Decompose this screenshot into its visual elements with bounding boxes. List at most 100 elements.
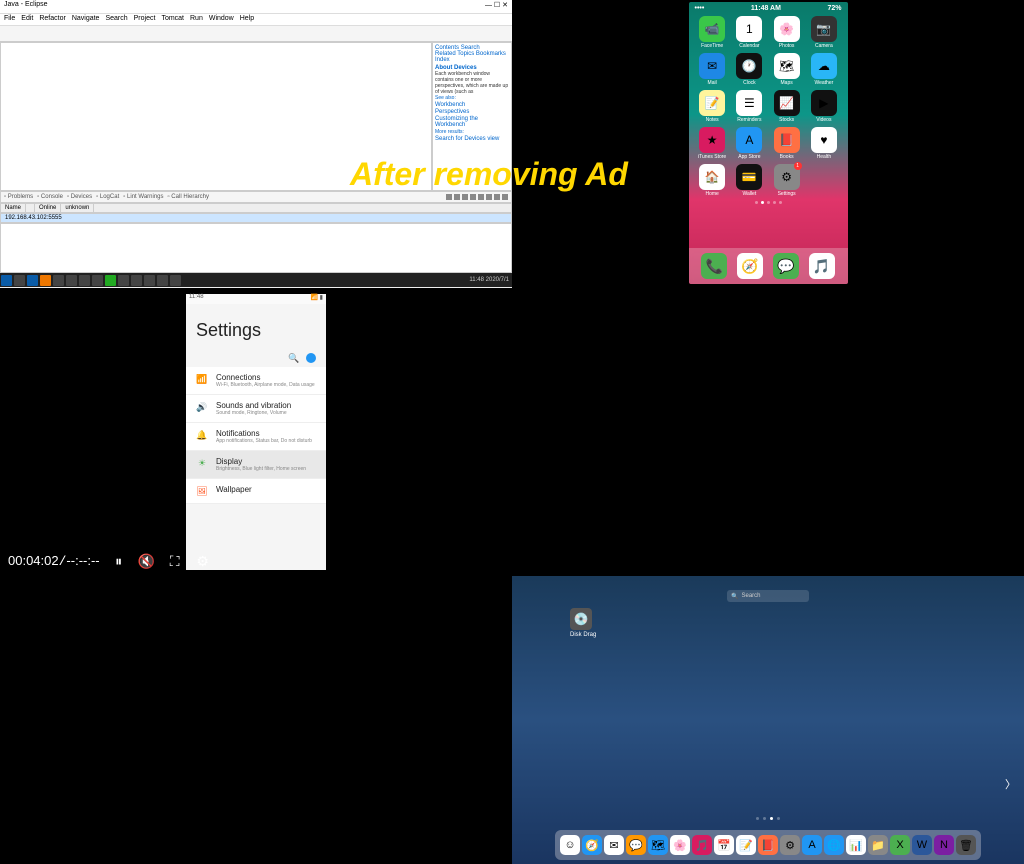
- fullscreen-button[interactable]: ⛶: [166, 552, 184, 570]
- windows-taskbar[interactable]: 11:48 2020/7/1: [0, 273, 512, 287]
- task-icon[interactable]: [170, 275, 181, 286]
- search-icon[interactable]: 🔍: [288, 353, 298, 363]
- pause-button[interactable]: ⏸: [110, 552, 128, 570]
- task-icon[interactable]: [79, 275, 90, 286]
- dock-app-10[interactable]: ⚙: [780, 835, 800, 855]
- page-dots[interactable]: [689, 201, 848, 204]
- app-calendar[interactable]: 1Calendar: [732, 16, 767, 49]
- settings-sounds-and-vibration[interactable]: 🔊Sounds and vibrationSound mode, Rington…: [186, 395, 326, 423]
- menu-project[interactable]: Project: [134, 15, 156, 24]
- app-weather[interactable]: ☁Weather: [806, 53, 841, 86]
- dock-phone-icon[interactable]: 📞: [701, 253, 727, 279]
- settings-wallpaper[interactable]: 🖼Wallpaper: [186, 479, 326, 504]
- menu-refactor[interactable]: Refactor: [39, 15, 65, 24]
- app-health[interactable]: ♥Health: [806, 127, 841, 160]
- dock-app-15[interactable]: X: [890, 835, 910, 855]
- video-controls[interactable]: 00:04:02/--:--:-- ⏸ 🔇 ⛶ ⚙: [0, 546, 1024, 576]
- dock-app-6[interactable]: 🎵: [692, 835, 712, 855]
- menu-window[interactable]: Window: [209, 15, 234, 24]
- tab-logcat[interactable]: ▫ LogCat: [96, 194, 119, 200]
- settings-gear-icon[interactable]: ⚙: [194, 552, 212, 570]
- app-itunes-store[interactable]: ★iTunes Store: [695, 127, 730, 160]
- task-icon[interactable]: [40, 275, 51, 286]
- dock-app-8[interactable]: 📝: [736, 835, 756, 855]
- tab-problems[interactable]: ▫ Problems: [4, 194, 33, 200]
- dock-messages-icon[interactable]: 💬: [773, 253, 799, 279]
- app-photos[interactable]: 🌸Photos: [769, 16, 804, 49]
- dock-app-9[interactable]: 📕: [758, 835, 778, 855]
- menu-run[interactable]: Run: [190, 15, 203, 24]
- start-button[interactable]: [1, 275, 12, 286]
- dock-app-17[interactable]: N: [934, 835, 954, 855]
- task-icon[interactable]: [53, 275, 64, 286]
- task-icon[interactable]: [131, 275, 142, 286]
- task-icon[interactable]: [157, 275, 168, 286]
- help-link[interactable]: Customizing the Workbench: [435, 116, 509, 128]
- task-icon[interactable]: [66, 275, 77, 286]
- desktop-icon[interactable]: 💿 Disk Drag: [570, 608, 596, 638]
- app-wallet[interactable]: 💳Wallet: [732, 164, 767, 197]
- app-notes[interactable]: 📝Notes: [695, 90, 730, 123]
- dock-app-3[interactable]: 💬: [626, 835, 646, 855]
- forward-arrow-icon[interactable]: 〉: [1005, 776, 1016, 792]
- menu-edit[interactable]: Edit: [21, 15, 33, 24]
- page-dots[interactable]: [756, 817, 780, 820]
- settings-display[interactable]: ☀DisplayBrightness, Blue light filter, H…: [186, 451, 326, 479]
- dock-app-2[interactable]: ✉: [604, 835, 624, 855]
- menu-file[interactable]: File: [4, 15, 15, 24]
- menu-help[interactable]: Help: [240, 15, 254, 24]
- task-icon[interactable]: [27, 275, 38, 286]
- task-icon[interactable]: [92, 275, 103, 286]
- table-row[interactable]: 192.168.43.102:5555: [0, 213, 512, 223]
- app-facetime[interactable]: 📹FaceTime: [695, 16, 730, 49]
- task-icon[interactable]: [14, 275, 25, 286]
- menu-bar[interactable]: File Edit Refactor Navigate Search Project Tom…: [0, 14, 512, 26]
- dock-app-13[interactable]: 📊: [846, 835, 866, 855]
- dock-safari-icon[interactable]: 🧭: [737, 253, 763, 279]
- app-maps[interactable]: 🗺Maps: [769, 53, 804, 86]
- dock-app-5[interactable]: 🌸: [670, 835, 690, 855]
- help-link[interactable]: Workbench: [435, 102, 509, 108]
- help-link[interactable]: Perspectives: [435, 109, 509, 115]
- app-camera[interactable]: 📷Camera: [806, 16, 841, 49]
- mute-button[interactable]: 🔇: [138, 552, 156, 570]
- task-icon[interactable]: [118, 275, 129, 286]
- dock-app-14[interactable]: 📁: [868, 835, 888, 855]
- menu-search[interactable]: Search: [105, 15, 127, 24]
- app-stocks[interactable]: 📈Stocks: [769, 90, 804, 123]
- app-app-store[interactable]: AApp Store: [732, 127, 767, 160]
- app-home[interactable]: 🏠Home: [695, 164, 730, 197]
- menu-tomcat[interactable]: Tomcat: [161, 15, 184, 24]
- menu-navigate[interactable]: Navigate: [72, 15, 100, 24]
- dock-app-16[interactable]: W: [912, 835, 932, 855]
- dock-app-12[interactable]: 🌐: [824, 835, 844, 855]
- account-icon[interactable]: [306, 353, 316, 363]
- tab-console[interactable]: ▫ Console: [37, 194, 63, 200]
- dock[interactable]: ☺🧭✉💬🗺🌸🎵📅📝📕⚙A🌐📊📁XWN🗑: [555, 830, 981, 860]
- dock-app-4[interactable]: 🗺: [648, 835, 668, 855]
- settings-connections[interactable]: 📶ConnectionsWi-Fi, Bluetooth, Airplane m…: [186, 367, 326, 395]
- app-videos[interactable]: ▶Videos: [806, 90, 841, 123]
- dock-app-7[interactable]: 📅: [714, 835, 734, 855]
- toolbar[interactable]: [0, 26, 512, 42]
- tab-call-hierarchy[interactable]: ▫ Call Hierarchy: [168, 194, 209, 200]
- dock-music-icon[interactable]: 🎵: [809, 253, 835, 279]
- help-bookmarks-link[interactable]: Bookmarks: [476, 51, 506, 57]
- dock-app-11[interactable]: A: [802, 835, 822, 855]
- app-settings[interactable]: ⚙1Settings: [769, 164, 804, 197]
- help-index-link[interactable]: Index: [435, 57, 450, 63]
- task-icon[interactable]: [144, 275, 155, 286]
- tab-devices[interactable]: ▫ Devices: [67, 194, 92, 200]
- tab-lint-warnings[interactable]: ▫ Lint Warnings: [123, 194, 163, 200]
- spotlight-search[interactable]: 🔍 Search: [727, 590, 809, 602]
- settings-notifications[interactable]: 🔔NotificationsApp notifications, Status …: [186, 423, 326, 451]
- help-link[interactable]: Search for Devices view: [435, 136, 509, 142]
- dock-app-0[interactable]: ☺: [560, 835, 580, 855]
- dock-app-18[interactable]: 🗑: [956, 835, 976, 855]
- app-books[interactable]: 📕Books: [769, 127, 804, 160]
- app-mail[interactable]: ✉Mail: [695, 53, 730, 86]
- app-reminders[interactable]: ☰Reminders: [732, 90, 767, 123]
- dock-app-1[interactable]: 🧭: [582, 835, 602, 855]
- task-icon[interactable]: [105, 275, 116, 286]
- app-clock[interactable]: 🕐Clock: [732, 53, 767, 86]
